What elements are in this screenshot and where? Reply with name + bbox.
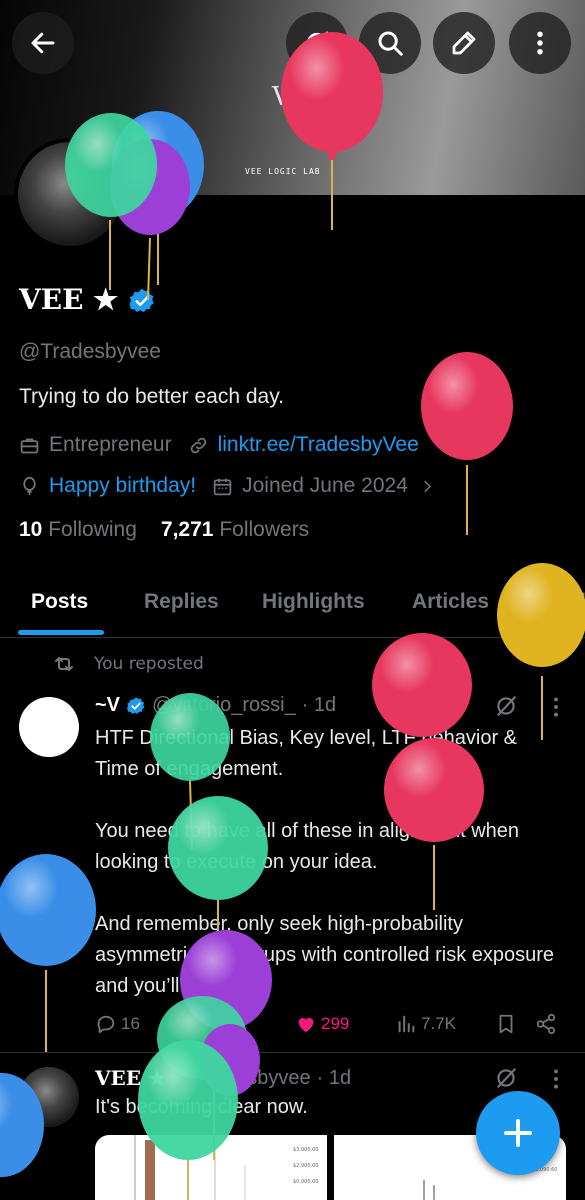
- profile-tabs: Posts Replies Highlights Articles Media: [0, 578, 585, 638]
- search-button[interactable]: [359, 12, 421, 74]
- post-time[interactable]: · 1d: [317, 1067, 351, 1090]
- price-label: $3,000.00: [293, 1147, 318, 1153]
- repost-label: You reposted: [94, 654, 204, 674]
- banner-logo-text: V: [272, 82, 291, 112]
- grok-icon[interactable]: [493, 693, 519, 719]
- more-icon[interactable]: [546, 1066, 566, 1092]
- post-text: It's becoming clear now.: [95, 1096, 308, 1118]
- tab-highlights[interactable]: Highlights: [262, 590, 365, 614]
- edit-profile-button[interactable]: [433, 12, 495, 74]
- share-icon: [536, 1013, 556, 1035]
- post-author-handle[interactable]: adesbyvee: [214, 1067, 311, 1090]
- edit-icon: [452, 31, 476, 55]
- banner-caption: VEE LOGIC LAB: [245, 167, 321, 176]
- heart-filled-icon: [298, 1018, 314, 1033]
- verified-badge-icon[interactable]: [128, 287, 156, 315]
- profile-meta-row: Entrepreneur linktr.ee/TradesbyVee: [19, 430, 419, 460]
- profile-category: Entrepreneur: [49, 433, 172, 456]
- tab-articles[interactable]: Articles: [412, 590, 489, 614]
- plus-icon: [504, 1119, 532, 1147]
- view-count: 7.7K: [421, 1014, 456, 1033]
- calendar-icon: [213, 478, 232, 495]
- profile-avatar[interactable]: [14, 138, 126, 250]
- like-button[interactable]: 299: [295, 1013, 349, 1035]
- profile-handle: @Tradesbyvee: [19, 340, 161, 363]
- post-author-name[interactable]: VEE ★: [95, 1066, 166, 1090]
- back-button[interactable]: [12, 12, 74, 74]
- post-author-name[interactable]: ~V: [95, 694, 120, 717]
- grok-icon: [306, 31, 329, 55]
- views-chart-icon: [398, 1015, 415, 1033]
- tab-replies[interactable]: Replies: [144, 590, 219, 614]
- post-time[interactable]: · 1d: [302, 694, 336, 717]
- back-arrow-icon: [31, 32, 55, 54]
- following-link[interactable]: 10 Following: [19, 518, 137, 542]
- post-header: ~V @vittorio_rossi_ · 1d: [95, 694, 336, 717]
- bookmark-icon: [499, 1014, 513, 1034]
- link-icon: [190, 437, 206, 453]
- views-button[interactable]: 7.7K: [395, 1013, 456, 1035]
- balloon-icon: [421, 352, 513, 535]
- followers-label: Followers: [219, 518, 310, 541]
- reply-button[interactable]: 16: [95, 1013, 140, 1035]
- post-divider: [0, 1052, 585, 1053]
- post-author-avatar[interactable]: [19, 697, 79, 757]
- price-label: $2,000.00: [293, 1163, 318, 1169]
- chevron-right-icon[interactable]: [418, 476, 436, 497]
- followers-count: 7,271: [160, 518, 214, 541]
- reply-icon: [97, 1015, 115, 1034]
- more-icon[interactable]: [546, 694, 566, 720]
- reply-count: 16: [121, 1014, 140, 1033]
- followers-link[interactable]: 7,271 Followers: [161, 518, 309, 542]
- grok-icon[interactable]: [493, 1065, 519, 1091]
- profile-bio: Trying to do better each day.: [19, 385, 284, 408]
- verified-badge-icon: [127, 696, 145, 714]
- tab-posts[interactable]: Posts: [31, 590, 88, 614]
- price-label: $0,000.00: [293, 1179, 318, 1185]
- active-tab-indicator: [18, 630, 104, 635]
- repost-indicator: You reposted: [52, 652, 204, 676]
- chart-thumbnail: $3,000.00 $2,000.00 $0,000.00: [134, 1135, 318, 1200]
- grok-button[interactable]: [286, 12, 348, 74]
- following-count: 10: [19, 518, 43, 541]
- repost-icon: [55, 657, 73, 671]
- post-actions: 16 299 7.7K: [95, 1013, 565, 1041]
- post-header: VEE ★ adesbyvee · 1d: [95, 1066, 351, 1090]
- more-options-button[interactable]: [509, 12, 571, 74]
- profile-meta-row-2: Happy birthday! Joined June 2024: [19, 471, 445, 501]
- share-button[interactable]: [535, 1013, 561, 1035]
- follow-stats: 10 Following 7,271 Followers: [19, 518, 309, 542]
- joined-date: Joined June 2024: [242, 474, 408, 497]
- compose-post-button[interactable]: [476, 1091, 560, 1175]
- bookmark-button[interactable]: [495, 1013, 521, 1035]
- briefcase-icon: [20, 438, 39, 453]
- post-text: HTF Directional Bias, Key level, LTF beh…: [95, 727, 555, 997]
- like-count: 299: [321, 1014, 350, 1033]
- balloon-icon: [0, 854, 96, 1052]
- birthday-text[interactable]: Happy birthday!: [49, 474, 196, 498]
- search-icon: [378, 31, 403, 56]
- post-author-avatar[interactable]: [19, 1067, 79, 1127]
- tab-media[interactable]: Media: [544, 590, 585, 614]
- post-author-handle[interactable]: @vittorio_rossi_: [152, 694, 296, 717]
- following-label: Following: [48, 518, 137, 541]
- more-icon: [537, 31, 543, 55]
- profile-name: VEE ★: [19, 283, 119, 316]
- post-media-image[interactable]: $3,000.00 $2,000.00 $0,000.00: [95, 1135, 327, 1200]
- balloon-icon: [23, 476, 36, 495]
- profile-link[interactable]: linktr.ee/TradesbyVee: [218, 433, 419, 457]
